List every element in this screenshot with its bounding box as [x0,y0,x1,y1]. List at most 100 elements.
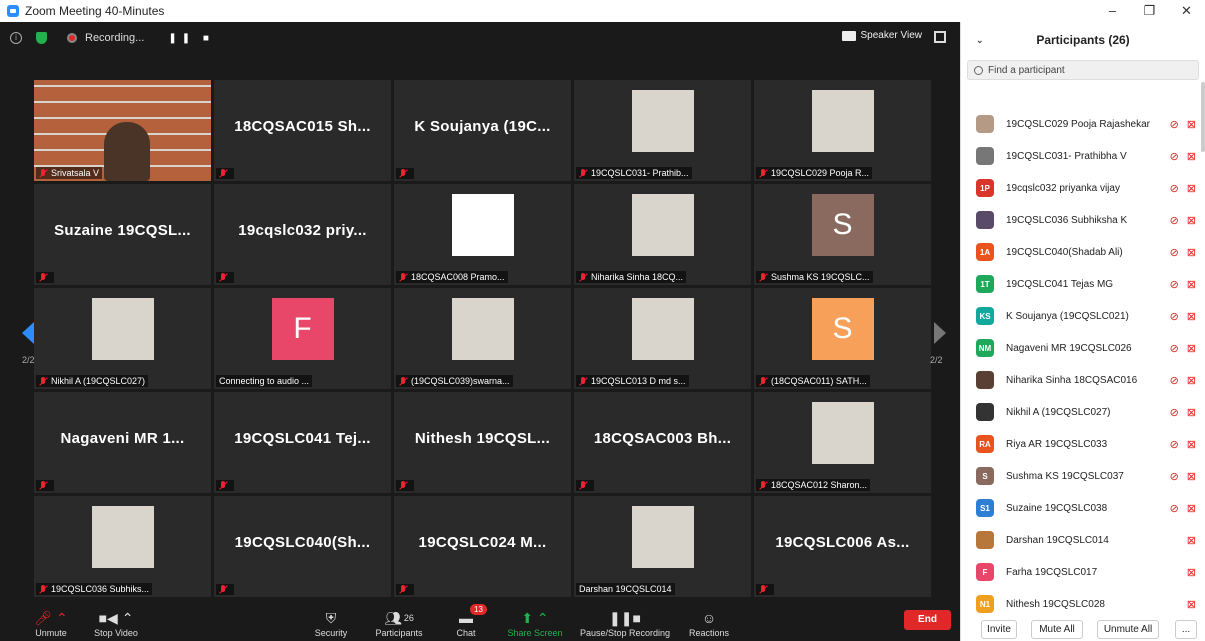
muted-mic-icon [399,272,407,282]
invite-button[interactable]: Invite [981,620,1017,639]
participant-status-icons: ⊘ ⊠ [1170,502,1196,515]
participant-video-tile[interactable]: 18CQSAC008 Pramo... [394,184,571,285]
participant-name: 19cqslc032 priyanka vijay [1006,182,1120,194]
chevron-down-icon[interactable]: ⌄ [976,35,984,46]
participant-video-tile[interactable]: (19CQSLC039)swarna... [394,288,571,389]
participant-video-tile[interactable]: 19cqslc032 priy... [214,184,391,285]
participant-row[interactable]: S Sushma KS 19CQSLC037 ⊘ ⊠ [961,460,1205,492]
mic-muted-icon: ⊘ [1169,470,1179,483]
participant-video-tile[interactable]: 19CQSLC040(Sh... [214,496,391,597]
maximize-button[interactable]: ❐ [1131,0,1168,22]
participant-row[interactable]: S1 Suzaine 19CQSLC038 ⊘ ⊠ [961,492,1205,524]
participant-row[interactable]: KS K Soujanya (19CQSLC021) ⊘ ⊠ [961,300,1205,332]
participant-row[interactable]: Nikhil A (19CQSLC027) ⊘ ⊠ [961,396,1205,428]
participants-button[interactable]: 👥︎ 26 Participants [368,610,430,639]
participant-row[interactable]: Niharika Sinha 18CQSAC016 ⊘ ⊠ [961,364,1205,396]
participant-video-tile[interactable]: 19CQSLC006 As... [754,496,931,597]
participant-video-tile[interactable]: 18CQSAC003 Bh... [574,392,751,493]
more-options-button[interactable]: ... [1175,620,1197,639]
security-button[interactable]: ⛨ Security [306,610,356,639]
participants-title: Participants (26) [1036,33,1130,47]
participant-video-tile[interactable]: Nagaveni MR 1... [34,392,211,493]
reactions-button[interactable]: ☺ Reactions [684,610,734,638]
participant-video-tile[interactable]: K Soujanya (19C... [394,80,571,181]
next-page-arrow-icon[interactable] [934,322,946,344]
participant-tile-label-text: (19CQSLC039)swarna... [411,376,510,386]
participant-video-tile[interactable]: 18CQSAC015 Sh... [214,80,391,181]
participant-avatar: F [976,563,994,581]
participant-tile-name: 19CQSLC006 As... [775,534,910,551]
muted-mic-icon [219,169,227,178]
unmute-button[interactable]: 🎤︎ ⌃ Unmute [26,610,76,639]
participant-video-tile[interactable]: 19CQSLC029 Pooja R... [754,80,931,181]
participant-row[interactable]: N1 Nithesh 19CQSLC028 ⊠ [961,588,1205,620]
participant-video-tile[interactable]: 19CQSLC036 Subhiks... [34,496,211,597]
participant-profile-photo [631,298,694,360]
participant-avatar: NM [976,339,994,357]
muted-mic-icon [759,480,767,490]
participant-status-icons: ⊘ ⊠ [1170,470,1196,483]
participant-row[interactable]: F Farha 19CQSLC017 ⊠ [961,556,1205,588]
unmute-all-button[interactable]: Unmute All [1097,620,1159,639]
video-camera-icon: ■◀ ⌃ [98,609,134,626]
close-button[interactable]: ✕ [1168,0,1205,22]
pause-stop-recording-label: Pause/Stop Recording [580,628,671,638]
chat-button[interactable]: ▬ 13 Chat [448,604,487,638]
participant-profile-photo [451,298,514,360]
participant-video-tile[interactable]: S Sushma KS 19CQSLC... [754,184,931,285]
mic-muted-icon: ⊘ [1169,374,1179,387]
participant-profile-photo [811,402,874,464]
participant-row[interactable]: 19CQSLC036 Subhiksha K ⊘ ⊠ [961,204,1205,236]
participant-status-icons: ⊘ ⊠ [1170,406,1196,419]
participant-tile-label-text: Nikhil A (19CQSLC027) [51,376,146,386]
participant-video-tile[interactable]: Nithesh 19CQSL... [394,392,571,493]
participant-row[interactable]: 1P 19cqslc032 priyanka vijay ⊘ ⊠ [961,172,1205,204]
participant-row[interactable]: Darshan 19CQSLC014 ⊠ [961,524,1205,556]
participant-row[interactable]: 1A 19CQSLC040(Shadab Ali) ⊘ ⊠ [961,236,1205,268]
minimize-button[interactable]: – [1094,0,1131,22]
end-meeting-button[interactable]: End [904,610,951,630]
participant-tile-label [756,584,774,595]
participant-video-tile[interactable]: Darshan 19CQSLC014 [574,496,751,597]
participant-initial-avatar: F [271,298,334,360]
participant-tile-label-text: Niharika Sinha 18CQ... [591,272,684,282]
participant-video-tile[interactable]: Suzaine 19CQSL... [34,184,211,285]
participant-video-tile[interactable]: Nikhil A (19CQSLC027) [34,288,211,389]
participant-video-tile[interactable]: 19CQSLC013 D md s... [574,288,751,389]
stop-video-button[interactable]: ■◀ ⌃ Stop Video [86,609,146,639]
participant-video-tile[interactable]: Srivatsala V [34,80,211,181]
participant-row[interactable]: 19CQSLC031- Prathibha V ⊘ ⊠ [961,140,1205,172]
participant-video-tile[interactable]: Niharika Sinha 18CQ... [574,184,751,285]
participant-video-tile[interactable]: 19CQSLC024 M... [394,496,571,597]
share-screen-button[interactable]: ⬆ ⌃ Share Screen [500,610,570,639]
participant-search-input[interactable]: Find a participant [967,60,1199,80]
participant-video-tile[interactable]: 18CQSAC012 Sharon... [754,392,931,493]
participant-name: Niharika Sinha 18CQSAC016 [1006,374,1138,386]
speaker-view-button[interactable]: Speaker View [842,30,922,41]
meeting-toolbar: 🎤︎ ⌃ Unmute ■◀ ⌃ Stop Video ⛨ Security 👥… [0,604,960,641]
participant-avatar [976,211,994,229]
participant-row[interactable]: 19CQSLC029 Pooja Rajashekar ⊘ ⊠ [961,108,1205,140]
participant-video-tile[interactable]: 19CQSLC031- Prathib... [574,80,751,181]
pause-stop-recording-button[interactable]: ❚❚■ Pause/Stop Recording [580,610,671,639]
participant-row[interactable]: RA Riya AR 19CQSLC033 ⊘ ⊠ [961,428,1205,460]
participant-tile-name: Nagaveni MR 1... [60,430,185,447]
participant-video-tile[interactable]: F Connecting to audio ... [214,288,391,389]
mute-all-button[interactable]: Mute All [1031,620,1083,639]
participants-header: ⌄ Participants (26) [961,22,1205,58]
pause-stop-icons[interactable]: ❚❚ ■ [168,33,214,44]
participant-video-tile[interactable]: 19CQSLC041 Tej... [214,392,391,493]
participant-row[interactable]: 1T 19CQSLC041 Tejas MG ⊘ ⊠ [961,268,1205,300]
fullscreen-icon[interactable] [934,31,946,43]
info-icon[interactable]: i [10,32,22,44]
participant-video-tile[interactable]: S (18CQSAC011) SATH... [754,288,931,389]
participants-panel: ⌄ Participants (26) Find a participant 1… [960,22,1205,641]
muted-mic-icon [39,273,47,282]
video-off-icon: ⊠ [1186,470,1196,483]
encryption-shield-icon[interactable] [36,32,47,44]
participant-row[interactable]: NM Nagaveni MR 19CQSLC026 ⊘ ⊠ [961,332,1205,364]
video-off-icon: ⊠ [1186,406,1196,419]
previous-page-arrow-icon[interactable] [22,322,34,344]
video-off-icon: ⊠ [1186,278,1196,291]
participant-avatar: 1P [976,179,994,197]
